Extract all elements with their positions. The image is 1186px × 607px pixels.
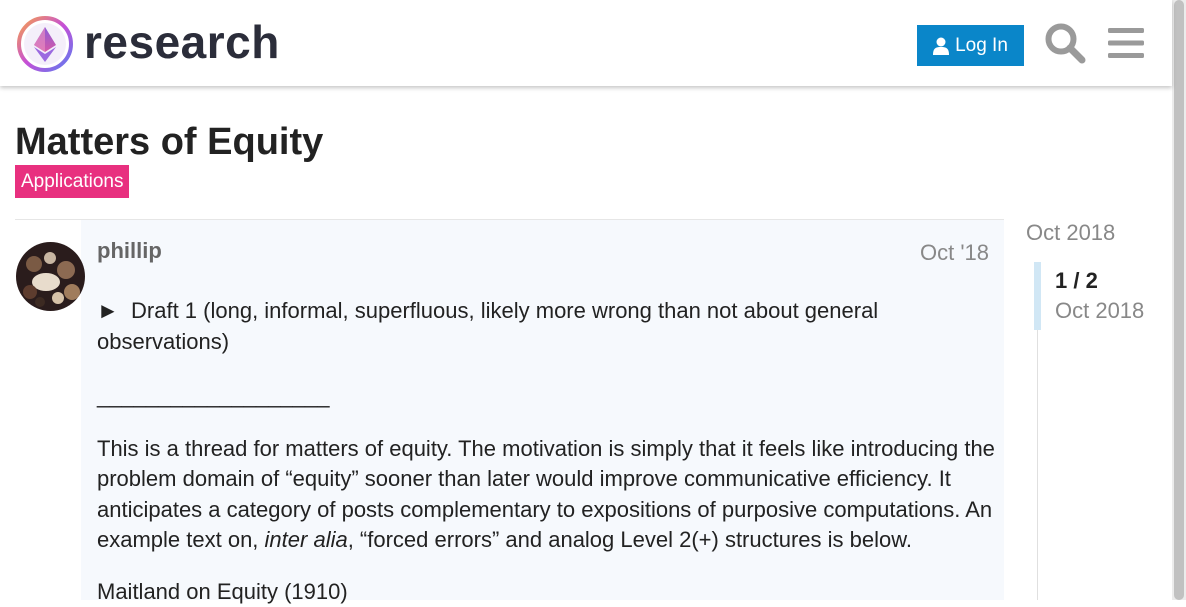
login-label: Log In <box>955 35 1008 57</box>
topic-title[interactable]: Matters of Equity <box>15 118 323 166</box>
user-icon <box>933 37 949 55</box>
post-date[interactable]: Oct '18 <box>920 240 989 266</box>
timeline-current-date: Oct 2018 <box>1055 298 1144 324</box>
timeline-handle[interactable] <box>1034 262 1041 330</box>
site-header: research Log In <box>0 0 1172 86</box>
paragraph-text-end: , “forced errors” and analog Level 2(+) … <box>348 527 912 552</box>
post-author[interactable]: phillip <box>97 238 162 264</box>
search-icon[interactable] <box>1044 22 1086 64</box>
details-summary[interactable]: ► Draft 1 (long, informal, superfluous, … <box>97 296 997 357</box>
timeline-position: 1 / 2 <box>1055 268 1098 294</box>
research-logo-icon[interactable] <box>16 15 74 73</box>
details-summary-text: Draft 1 (long, informal, superfluous, li… <box>97 298 878 354</box>
login-button[interactable]: Log In <box>917 25 1024 66</box>
post-paragraph: This is a thread for matters of equity. … <box>97 434 997 556</box>
category-badge[interactable]: Applications <box>15 165 129 198</box>
site-brand[interactable]: research <box>84 14 280 70</box>
citation-line: Maitland on Equity (1910) <box>97 577 997 607</box>
avatar-image <box>16 242 85 311</box>
scrollbar-thumb[interactable] <box>1174 0 1184 600</box>
post-body: ► Draft 1 (long, informal, superfluous, … <box>97 296 997 607</box>
disclosure-triangle-icon: ► <box>97 298 119 323</box>
text-rule: ___________________ <box>97 381 997 412</box>
hamburger-menu-icon[interactable] <box>1107 24 1145 62</box>
paragraph-italic: inter alia <box>265 527 348 552</box>
timeline-start-date[interactable]: Oct 2018 <box>1026 220 1115 246</box>
avatar[interactable] <box>16 242 85 311</box>
page-scrollbar[interactable] <box>1172 0 1186 600</box>
